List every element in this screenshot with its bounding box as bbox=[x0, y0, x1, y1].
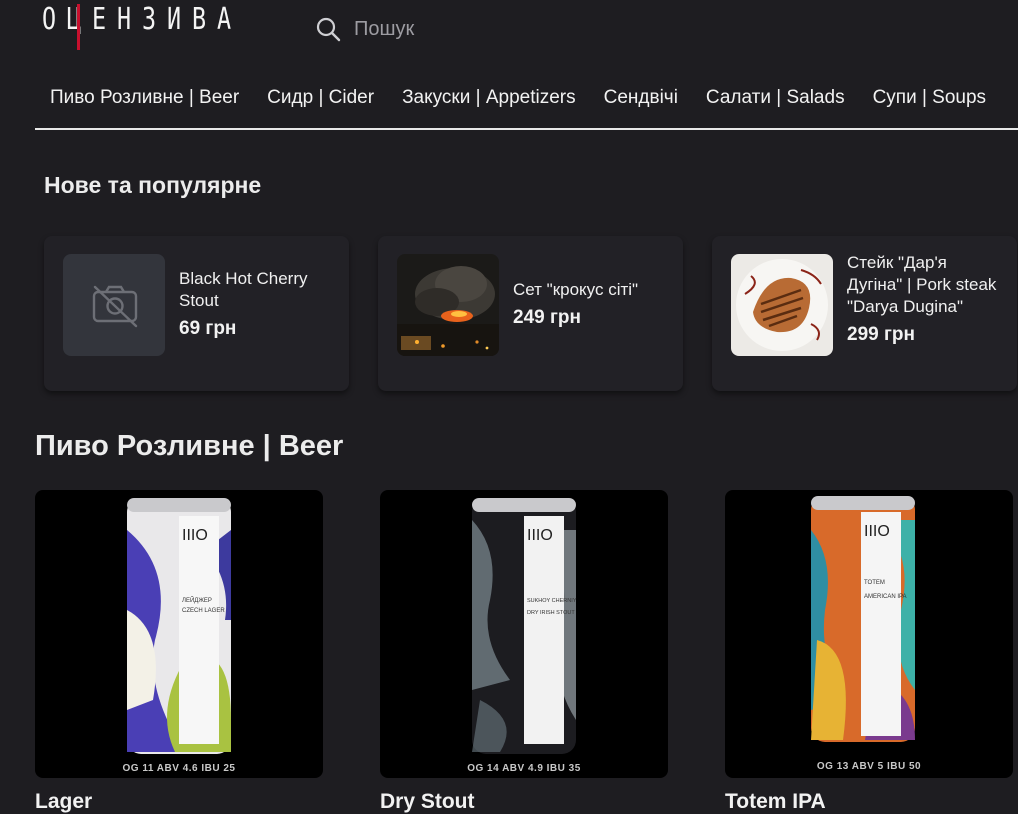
svg-text:CZECH LAGER: CZECH LAGER bbox=[182, 608, 225, 614]
beer-card[interactable]: IIIO TOTEM AMERICAN IPA OG 13 ABV 5 IBU … bbox=[725, 490, 1013, 778]
popular-card-info: Стейк "Дар'я Дугіна" | Pork steak "Darya… bbox=[847, 252, 1005, 346]
search-icon[interactable] bbox=[314, 15, 342, 43]
steak-image bbox=[731, 254, 833, 356]
item-price: 69 грн bbox=[179, 318, 237, 339]
popular-card-info: Black Hot Cherry Stout 69 грн bbox=[179, 268, 337, 340]
popular-section-title: Нове та популярне bbox=[44, 172, 262, 198]
beer-name[interactable]: Dry Stout bbox=[380, 790, 475, 814]
item-price: 249 грн bbox=[513, 307, 581, 328]
beer-spec: OG 13 ABV 5 IBU 50 bbox=[816, 761, 922, 772]
beer-card[interactable]: IIIO SUKHOY CHERNIY DRY IRISH STOUT OG 1… bbox=[380, 490, 668, 778]
svg-text:ЛЕЙДЖЕР: ЛЕЙДЖЕР bbox=[182, 596, 212, 604]
item-name: Black Hot Cherry Stout bbox=[179, 269, 308, 310]
svg-text:IIIO: IIIO bbox=[182, 527, 208, 544]
svg-text:SUKHOY CHERNIY: SUKHOY CHERNIY bbox=[527, 598, 577, 604]
logo-text: ОЦЕНЗИВА bbox=[42, 2, 243, 37]
brand-logo[interactable]: ОЦЕНЗИВА bbox=[42, 2, 272, 50]
popular-card[interactable]: Стейк "Дар'я Дугіна" | Pork steak "Darya… bbox=[712, 236, 1017, 391]
popular-card[interactable]: Black Hot Cherry Stout 69 грн bbox=[44, 236, 349, 391]
svg-text:DRY IRISH STOUT: DRY IRISH STOUT bbox=[527, 610, 575, 616]
tab-appetizers[interactable]: Закуски | Appetizers bbox=[388, 84, 590, 112]
search-bar bbox=[314, 12, 654, 46]
tab-soups[interactable]: Супи | Soups bbox=[859, 84, 1001, 112]
tab-sandwiches[interactable]: Сендвічі bbox=[590, 84, 692, 112]
beer-name[interactable]: Totem IPA bbox=[725, 790, 826, 814]
item-name: Стейк "Дар'я Дугіна" | Pork steak "Darya… bbox=[847, 253, 997, 316]
no-image-placeholder bbox=[63, 254, 165, 356]
fire-image bbox=[397, 254, 499, 356]
item-price: 299 грн bbox=[847, 324, 915, 345]
beer-card[interactable]: IIIO ЛЕЙДЖЕР CZECH LAGER OG 11 ABV 4.6 I… bbox=[35, 490, 323, 778]
beer-section-title: Пиво Розливне | Beer bbox=[35, 430, 344, 462]
header: ОЦЕНЗИВА bbox=[0, 0, 1018, 60]
totem-ipa-can-image: IIIO TOTEM AMERICAN IPA bbox=[811, 496, 915, 742]
svg-text:IIIO: IIIO bbox=[864, 523, 890, 540]
steak-plate-photo bbox=[731, 254, 833, 356]
night-fire-photo bbox=[397, 254, 499, 356]
category-nav: Пиво Розливне | Beer Сидр | Cider Закуски … bbox=[35, 84, 1018, 130]
tab-cider[interactable]: Сидр | Cider bbox=[253, 84, 388, 112]
dry-stout-can-image: IIIO SUKHOY CHERNIY DRY IRISH STOUT bbox=[472, 498, 577, 754]
svg-text:IIIO: IIIO bbox=[527, 527, 553, 544]
beer-name[interactable]: Lager bbox=[35, 790, 92, 814]
item-name: Сет "крокус сіті" bbox=[513, 280, 639, 299]
tab-beer[interactable]: Пиво Розливне | Beer bbox=[35, 84, 253, 112]
svg-text:TOTEM: TOTEM bbox=[864, 580, 885, 586]
beer-spec: OG 11 ABV 4.6 IBU 25 bbox=[122, 763, 236, 774]
popular-card-info: Сет "крокус сіті" 249 грн bbox=[513, 279, 671, 329]
beer-spec: OG 14 ABV 4.9 IBU 35 bbox=[467, 763, 581, 774]
svg-text:AMERICAN IPA: AMERICAN IPA bbox=[864, 594, 907, 600]
popular-card[interactable]: Сет "крокус сіті" 249 грн bbox=[378, 236, 683, 391]
tab-salads[interactable]: Салати | Salads bbox=[692, 84, 859, 112]
lager-can-image: IIIO ЛЕЙДЖЕР CZECH LAGER bbox=[127, 498, 231, 754]
logo-accent-mark bbox=[77, 4, 80, 50]
no-image-icon bbox=[92, 285, 138, 328]
search-input[interactable] bbox=[354, 17, 654, 41]
